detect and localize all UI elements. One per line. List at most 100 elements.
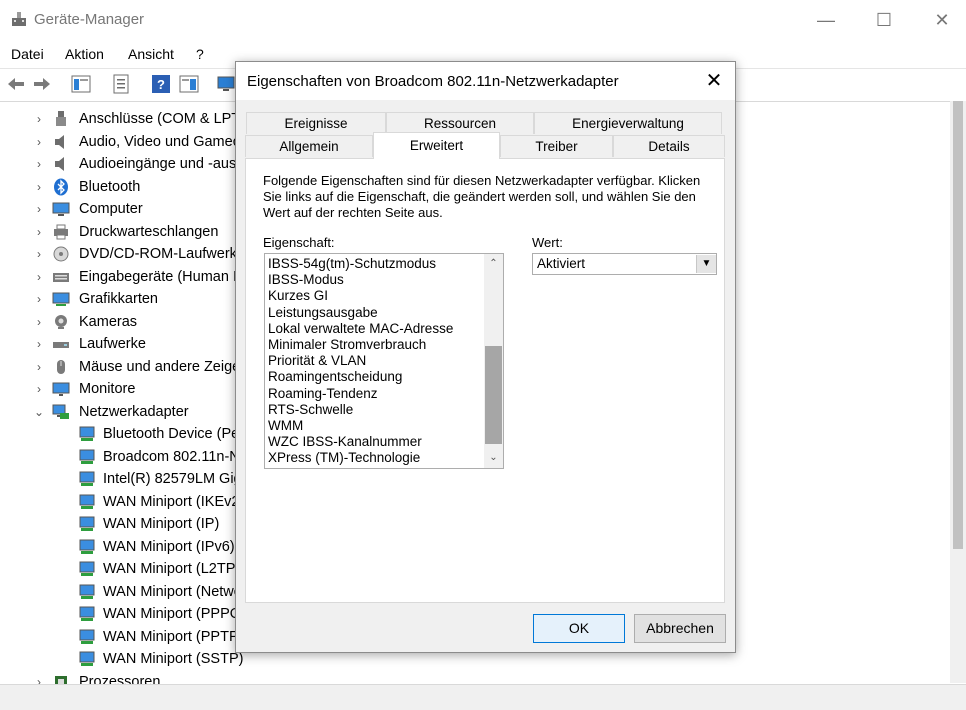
forward-arrow-icon[interactable] (31, 73, 53, 95)
network-adapter-icon (78, 628, 96, 646)
monitor-icon (52, 380, 70, 398)
property-label: Eigenschaft: (263, 235, 335, 250)
tab-allgemein[interactable]: Allgemein (245, 135, 373, 157)
network-adapter-icon (78, 470, 96, 488)
minimize-button[interactable]: — (803, 6, 849, 34)
tab-ressourcen[interactable]: Ressourcen (386, 112, 534, 134)
network-adapter-label: WAN Miniport (L2TP) (103, 561, 241, 577)
close-button[interactable]: ✕ (919, 6, 965, 34)
chevron-right-icon[interactable]: › (33, 356, 45, 378)
chevron-down-icon[interactable]: ⌄ (33, 401, 45, 423)
chevron-right-icon[interactable]: › (33, 176, 45, 198)
property-item[interactable]: WMM (268, 418, 303, 434)
action-pane-icon[interactable] (178, 73, 200, 95)
menu-ansicht[interactable]: Ansicht (128, 46, 174, 62)
network-adapter-label: WAN Miniport (IP) (103, 516, 220, 532)
tab-energieverwaltung[interactable]: Energieverwaltung (534, 112, 722, 134)
chevron-right-icon[interactable]: › (33, 311, 45, 333)
tree-node-label: Grafikkarten (79, 291, 158, 307)
network-adapter-label: WAN Miniport (PPTP) (103, 628, 244, 645)
dialog-close-button[interactable]: ✕ (696, 66, 732, 96)
chevron-right-icon[interactable]: › (33, 288, 45, 310)
chevron-right-icon[interactable]: › (33, 333, 45, 355)
tab-erweitert[interactable]: Erweitert (373, 132, 500, 159)
network-adapter-icon (78, 605, 96, 623)
chevron-right-icon[interactable]: › (33, 198, 45, 220)
listbox-scroll-thumb[interactable] (485, 346, 502, 444)
property-item[interactable]: Roaming-Tendenz (268, 386, 378, 402)
svg-text:?: ? (157, 77, 165, 92)
maximize-button[interactable]: ☐ (861, 6, 907, 34)
port-icon (52, 110, 70, 128)
tree-node-label: DVD/CD-ROM-Laufwerke (79, 246, 245, 262)
property-item[interactable]: Priorität & VLAN (268, 353, 366, 369)
advanced-tab-panel: Folgende Eigenschaften sind für diesen N… (245, 158, 725, 603)
network-adapter-label: WAN Miniport (SSTP) (103, 651, 244, 667)
tree-node-label: Computer (79, 201, 143, 217)
menu-aktion[interactable]: Aktion (65, 46, 104, 62)
tree-node-label: Kameras (79, 313, 138, 330)
chevron-right-icon[interactable]: › (33, 108, 45, 130)
network-adapter-icon (78, 583, 96, 601)
network-adapter-icon (78, 425, 96, 443)
properties-dialog: Eigenschaften von Broadcom 802.11n-Netzw… (235, 61, 736, 653)
back-arrow-icon[interactable] (5, 73, 27, 95)
property-item[interactable]: Minimaler Stromverbrauch (268, 337, 426, 353)
value-label: Wert: (532, 235, 563, 250)
network-adapter-icon (78, 515, 96, 533)
tab-ereignisse[interactable]: Ereignisse (246, 112, 386, 134)
speaker-icon (52, 155, 70, 173)
network-adapter-icon (78, 493, 96, 511)
property-item[interactable]: RTS-Schwelle (268, 402, 353, 418)
chevron-right-icon[interactable]: › (33, 671, 45, 685)
chevron-right-icon[interactable]: › (33, 131, 45, 153)
properties-icon[interactable] (110, 73, 132, 95)
scroll-down-icon[interactable]: ⌄ (484, 450, 503, 466)
window-title: Geräte-Manager (34, 11, 145, 28)
chevron-right-icon[interactable]: › (33, 221, 45, 243)
camera-icon (52, 313, 70, 331)
description-text: Folgende Eigenschaften sind für diesen N… (263, 173, 701, 220)
ok-button[interactable]: OK (533, 614, 625, 643)
network-adapter-label: WAN Miniport (IPv6) (103, 538, 235, 555)
property-item[interactable]: XPress (TM)-Technologie (268, 450, 420, 466)
status-bar (0, 684, 966, 710)
menu-datei[interactable]: Datei (11, 46, 44, 62)
chevron-right-icon[interactable]: › (33, 153, 45, 175)
property-item[interactable]: WZC IBSS-Kanalnummer (268, 434, 422, 450)
property-item[interactable]: Lokal verwaltete MAC-Adresse (268, 321, 453, 337)
property-item[interactable]: IBSS-Modus (268, 272, 344, 288)
menu-help[interactable]: ? (196, 46, 204, 62)
value-dropdown[interactable]: Aktiviert ▼ (532, 253, 717, 275)
chevron-down-icon[interactable]: ▼ (696, 255, 716, 273)
tab-treiber[interactable]: Treiber (500, 135, 613, 157)
tree-node-label: Anschlüsse (COM & LPT) (79, 111, 245, 127)
mouse-icon (52, 358, 70, 376)
network-adapter-icon (78, 538, 96, 556)
disc-icon (52, 245, 70, 263)
property-item[interactable]: Roamingentscheidung (268, 369, 402, 385)
computer-icon (52, 200, 70, 218)
property-item[interactable]: Kurzes GI (268, 288, 328, 304)
scroll-up-icon[interactable]: ⌃ (484, 256, 503, 272)
property-item[interactable]: Leistungsausgabe (268, 305, 378, 321)
cancel-button[interactable]: Abbrechen (634, 614, 726, 643)
help-icon[interactable]: ? (150, 73, 172, 95)
tree-node-label: Netzwerkadapter (79, 403, 189, 420)
bluetooth-icon (52, 178, 70, 196)
chevron-right-icon[interactable]: › (33, 243, 45, 265)
tab-details[interactable]: Details (613, 135, 725, 157)
tree-node-label: Monitore (79, 381, 136, 397)
drive-icon (52, 335, 70, 353)
speaker-icon (52, 133, 70, 151)
show-hide-tree-icon[interactable] (70, 73, 92, 95)
chevron-right-icon[interactable]: › (33, 266, 45, 288)
display-adapter-icon (52, 290, 70, 308)
property-item[interactable]: IBSS-54g(tm)-Schutzmodus (268, 256, 436, 272)
tree-node-label: Prozessoren (79, 673, 161, 685)
chevron-right-icon[interactable]: › (33, 378, 45, 400)
property-listbox[interactable]: IBSS-54g(tm)-Schutzmodus IBSS-Modus Kurzes… (264, 253, 504, 469)
tree-scrollbar-thumb[interactable] (953, 101, 963, 549)
tree-node-label: Bluetooth (79, 178, 141, 195)
network-adapter-label: WAN Miniport (PPPOE) (103, 606, 256, 622)
